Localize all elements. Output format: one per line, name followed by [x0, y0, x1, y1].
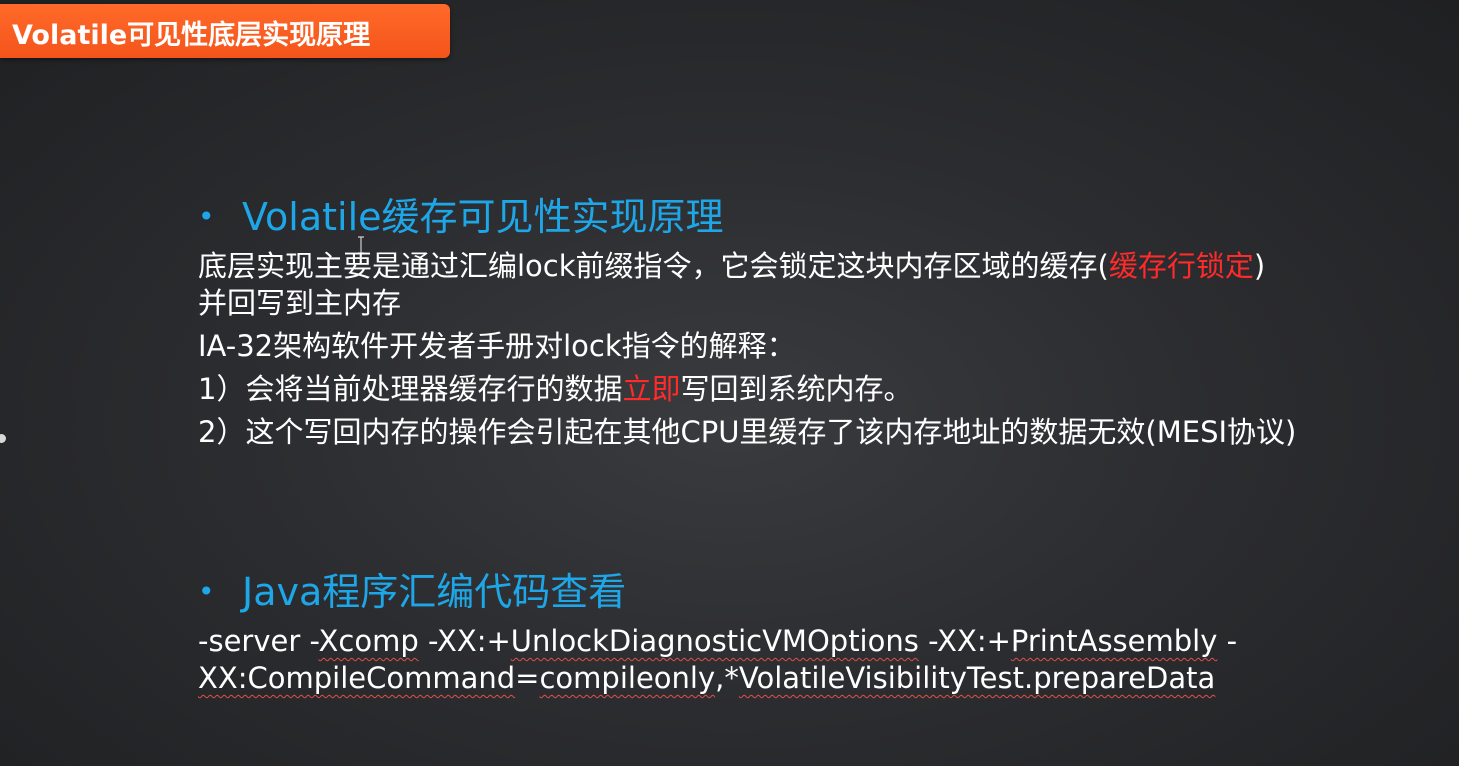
misspelled-word: VolatileVisibilityTest.prepareData [738, 661, 1216, 695]
title-banner: Volatile可见性底层实现原理 [0, 4, 450, 58]
paragraph-line: IA-32架构软件开发者手册对lock指令的解释： [198, 329, 796, 363]
heading-text: Java程序汇编代码查看 [242, 570, 627, 614]
bullet-icon: • [198, 200, 215, 233]
section-heading-volatile: • Volatile缓存可见性实现原理 [198, 188, 1438, 246]
list-item: 2）这个写回内存的操作会引起在其他CPU里缓存了该内存地址的数据无效(MESI协… [198, 415, 1297, 449]
code-line: XX:CompileCommand=compileonly,*VolatileV… [198, 661, 1216, 695]
section-heading-java-assembly: • Java程序汇编代码查看 [198, 563, 1438, 621]
misspelled-word: Xcomp [318, 624, 419, 658]
slide-edge-dot [0, 434, 6, 443]
paragraph-line: 底层实现主要是通过汇编lock前缀指令，它会锁定这块内存区域的缓存(缓存行锁定) [198, 249, 1266, 283]
code-line: -server -Xcomp -XX:+UnlockDiagnosticVMOp… [198, 624, 1238, 658]
misspelled-word: XX:CompileCommand [198, 661, 516, 695]
highlight-text: 立即 [622, 372, 681, 406]
misspelled-word: PrintAssembly [1010, 624, 1218, 658]
misspelled-word: compileonly [539, 661, 716, 695]
slide-content: • Volatile缓存可见性实现原理 底层实现主要是通过汇编lock前缀指令，… [198, 188, 1438, 697]
heading-text: Volatile缓存可见性实现原理 [242, 195, 724, 239]
paragraph-line: 并回写到主内存 [198, 286, 402, 320]
highlight-text: 缓存行锁定 [1108, 249, 1254, 283]
bullet-icon: • [198, 575, 215, 608]
slide-title: Volatile可见性底层实现原理 [12, 20, 371, 51]
list-item: 1）会将当前处理器缓存行的数据立即写回到系统内存。 [198, 372, 913, 406]
misspelled-word: UnlockDiagnosticVMOptions [510, 624, 919, 658]
